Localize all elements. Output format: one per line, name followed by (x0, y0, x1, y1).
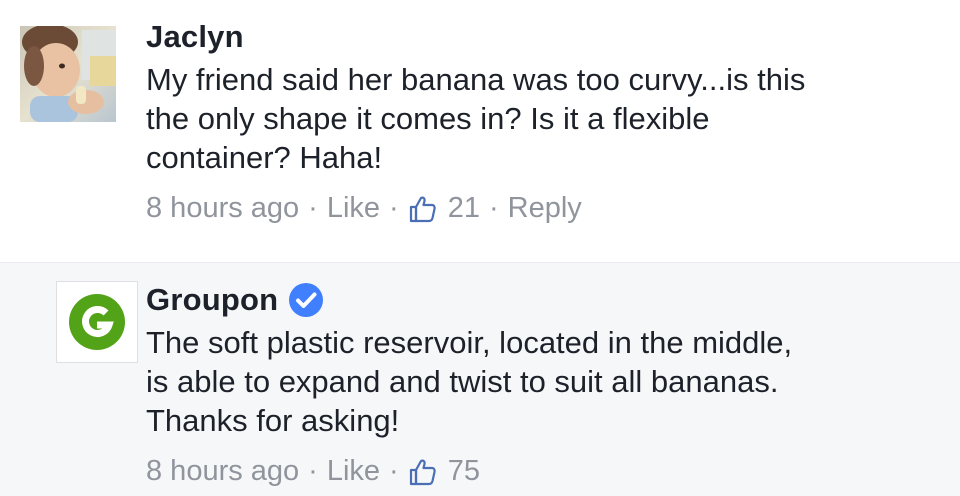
separator: · (488, 192, 499, 224)
groupon-g-logo-icon (56, 281, 138, 363)
timestamp[interactable]: 8 hours ago (146, 192, 299, 225)
like-count[interactable]: 21 (448, 192, 480, 225)
separator: · (389, 192, 399, 224)
comment-thread: Jaclyn My friend said her banana was too… (0, 0, 960, 496)
avatar[interactable] (20, 26, 116, 122)
child-photo-avatar-icon (20, 26, 116, 122)
separator: · (308, 455, 318, 487)
separator: · (308, 192, 318, 224)
verified-badge-icon (288, 282, 324, 318)
comment-body: Jaclyn My friend said her banana was too… (146, 14, 920, 225)
author-row: Groupon (146, 277, 920, 323)
author-row: Jaclyn (146, 14, 920, 60)
comment-text: The soft plastic reservoir, located in t… (146, 325, 793, 438)
comment-meta: 8 hours ago · Like · 75 (146, 455, 920, 488)
comment-groupon: Groupon The soft plastic reservoir, loca… (0, 262, 960, 496)
comment-jaclyn: Jaclyn My friend said her banana was too… (0, 0, 960, 262)
thumbs-up-icon[interactable] (408, 194, 438, 224)
author-name[interactable]: Jaclyn (146, 19, 244, 55)
thumbs-up-icon[interactable] (408, 457, 438, 487)
timestamp[interactable]: 8 hours ago (146, 455, 299, 488)
separator: · (389, 455, 399, 487)
like-link[interactable]: Like (327, 455, 380, 488)
author-name[interactable]: Groupon (146, 282, 278, 318)
comment-text: My friend said her banana was too curvy.… (146, 62, 806, 175)
comment-body: Groupon The soft plastic reservoir, loca… (146, 277, 920, 488)
comment-meta: 8 hours ago · Like · 21 · Reply (146, 192, 920, 225)
like-link[interactable]: Like (327, 192, 380, 225)
avatar[interactable] (56, 281, 138, 363)
like-count[interactable]: 75 (448, 455, 480, 488)
reply-link[interactable]: Reply (508, 192, 582, 225)
